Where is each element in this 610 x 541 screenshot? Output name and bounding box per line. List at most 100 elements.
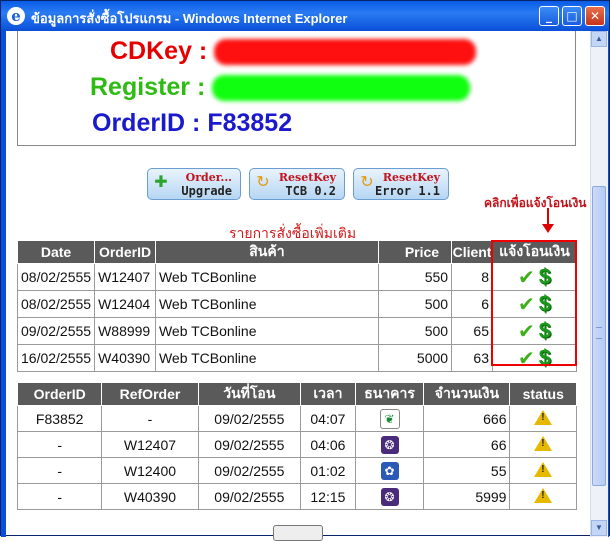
- cell-date: 09/02/2555: [16, 317, 96, 345]
- col-orderid: OrderID: [16, 382, 103, 406]
- window-border-left: [1, 31, 6, 537]
- license-info-panel: CDKey : Register : OrderID : F83852: [17, 31, 576, 146]
- cell-orderid: -: [16, 483, 103, 510]
- reset-tcb-button[interactable]: ↻ ResetKey TCB 0.2: [249, 168, 345, 200]
- transfer-highlight-box: [491, 240, 577, 366]
- order-upgrade-line1: Order...: [185, 171, 232, 184]
- cell-reforder: -: [101, 405, 199, 432]
- refresh-icon: ↻: [360, 174, 374, 191]
- cell-client: 8: [451, 263, 493, 291]
- col-transfer-date: วันที่โอน: [197, 382, 302, 406]
- scb-logo-icon: ❂: [380, 435, 399, 454]
- cell-status: [509, 457, 577, 484]
- col-status: status: [509, 382, 577, 406]
- reset-error-line2: Error 1.1: [374, 184, 440, 198]
- cell-bank: ✿: [354, 457, 425, 484]
- ktb-logo-icon: ✿: [380, 461, 399, 480]
- table-row: F83852 - 09/02/2555 04:07 ❦ 666: [16, 405, 577, 432]
- cell-time: 01:02: [300, 457, 356, 484]
- reset-error-button[interactable]: ↻ ResetKey Error 1.1: [353, 168, 449, 200]
- scroll-up-button[interactable]: ▲: [591, 31, 607, 47]
- scb-logo-icon: ❂: [380, 487, 399, 506]
- transfer-hint: คลิกเพื่อแจ้งโอนเงิน: [484, 196, 587, 210]
- warning-icon: [534, 461, 553, 477]
- reset-tcb-line2: TCB 0.2: [285, 184, 336, 198]
- cell-price: 5000: [377, 344, 453, 372]
- col-date: Date: [16, 240, 96, 264]
- col-bank: ธนาคาร: [354, 382, 425, 406]
- cell-transfer-date: 09/02/2555: [197, 405, 302, 432]
- cell-date: 08/02/2555: [16, 290, 96, 318]
- cell-orderid: F83852: [16, 405, 103, 432]
- cell-orderid: -: [16, 431, 103, 458]
- minimize-button[interactable]: _: [539, 6, 559, 26]
- col-amount: จำนวนเงิน: [423, 382, 511, 406]
- col-price: Price: [377, 240, 453, 264]
- cell-amount: 5999: [423, 483, 511, 510]
- cell-amount: 666: [423, 405, 511, 432]
- cell-reforder: W12400: [101, 457, 199, 484]
- cell-amount: 55: [423, 457, 511, 484]
- scroll-grip-icon: [596, 327, 602, 339]
- cell-status: [509, 405, 577, 432]
- cell-reforder: W12407: [101, 431, 199, 458]
- close-button-partial[interactable]: [273, 525, 323, 541]
- orderid-label: OrderID :: [92, 109, 201, 137]
- cell-product: Web TCBonline: [154, 317, 379, 345]
- maximize-button[interactable]: □: [562, 6, 582, 26]
- vertical-scrollbar[interactable]: ▲ ▼: [590, 31, 608, 537]
- cell-time: 12:15: [300, 483, 356, 510]
- cell-transfer-date: 09/02/2555: [197, 431, 302, 458]
- orderid-row: OrderID : F83852: [92, 109, 292, 143]
- table-row: - W40390 09/02/2555 12:15 ❂ 5999: [16, 483, 577, 510]
- cell-reforder: W40390: [101, 483, 199, 510]
- cell-time: 04:07: [300, 405, 356, 432]
- window-title: ข้อมูลการสั่งซื้อโปรแกรม - Windows Inter…: [31, 11, 348, 26]
- cell-client: 63: [451, 344, 493, 372]
- cell-price: 500: [377, 290, 453, 318]
- order-upgrade-button[interactable]: ✚ Order... Upgrade: [147, 168, 241, 200]
- cell-orderid: W40390: [94, 344, 156, 372]
- cell-product: Web TCBonline: [154, 344, 379, 372]
- cell-time: 04:06: [300, 431, 356, 458]
- title-bar[interactable]: e ข้อมูลการสั่งซื้อโปรแกรม - Windows Int…: [1, 1, 609, 31]
- cdkey-label: CDKey :: [110, 37, 208, 65]
- reset-error-line1: ResetKey: [382, 171, 440, 184]
- cell-orderid: W88999: [94, 317, 156, 345]
- cell-product: Web TCBonline: [154, 290, 379, 318]
- register-label: Register :: [90, 73, 206, 101]
- col-product: สินค้า: [154, 240, 379, 264]
- cell-transfer-date: 09/02/2555: [197, 457, 302, 484]
- cell-price: 500: [377, 317, 453, 345]
- table-row: - W12407 09/02/2555 04:06 ❂ 66: [16, 431, 577, 458]
- arrow-down-icon: [542, 208, 554, 233]
- register-redacted: [212, 75, 471, 102]
- close-window-button[interactable]: ✕: [585, 6, 605, 26]
- kbank-logo-icon: ❦: [379, 408, 400, 429]
- cell-date: 08/02/2555: [16, 263, 96, 291]
- table-row: - W12400 09/02/2555 01:02 ✿ 55: [16, 457, 577, 484]
- cell-status: [509, 483, 577, 510]
- scroll-down-button[interactable]: ▼: [591, 520, 607, 536]
- cell-transfer-date: 09/02/2555: [197, 483, 302, 510]
- cell-bank: ❂: [354, 431, 425, 458]
- col-time: เวลา: [300, 382, 356, 406]
- col-orderid: OrderID: [94, 240, 156, 264]
- register-row: Register :: [90, 73, 471, 107]
- cell-client: 65: [451, 317, 493, 345]
- col-reforder: RefOrder: [101, 382, 199, 406]
- cell-amount: 66: [423, 431, 511, 458]
- ie-logo-icon: e: [7, 7, 25, 25]
- refresh-icon: ↻: [256, 174, 270, 191]
- cell-orderid: W12404: [94, 290, 156, 318]
- cell-price: 550: [377, 263, 453, 291]
- plus-icon: ✚: [154, 174, 168, 191]
- cell-orderid: -: [16, 457, 103, 484]
- cell-date: 16/02/2555: [16, 344, 96, 372]
- scroll-thumb[interactable]: [592, 186, 606, 486]
- reset-tcb-line1: ResetKey: [278, 171, 336, 184]
- cell-client: 6: [451, 290, 493, 318]
- browser-window: e ข้อมูลการสั่งซื้อโปรแกรม - Windows Int…: [0, 0, 610, 541]
- warning-icon: [534, 409, 553, 425]
- cdkey-row: CDKey :: [110, 37, 477, 71]
